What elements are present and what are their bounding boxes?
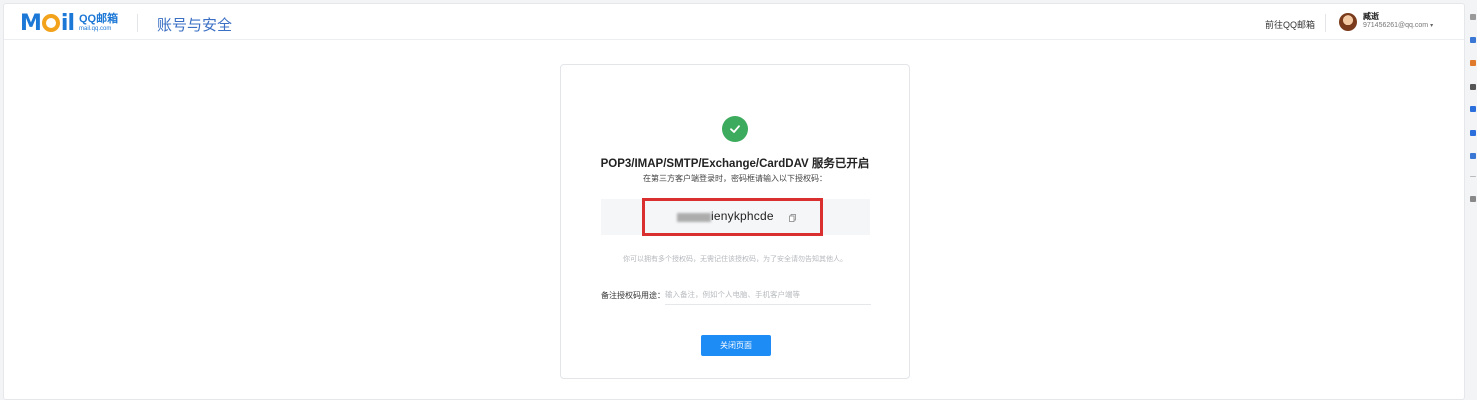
top-bar: Mil QQ邮箱 mail.qq.com 账号与安全 前往QQ邮箱 臧逝 971… (4, 4, 1464, 40)
rail-icon[interactable] (1470, 153, 1476, 159)
page-title: 账号与安全 (157, 17, 233, 34)
rail-icon[interactable] (1470, 130, 1476, 136)
auth-code-hint: 你可以拥有多个授权码，无需记住该授权码，为了安全请勿告知其他人。 (623, 256, 847, 263)
service-enabled-title: POP3/IMAP/SMTP/Exchange/CardDAV 服务已开启 (600, 158, 870, 170)
header-divider (137, 14, 138, 32)
rail-icon[interactable] (1470, 196, 1476, 202)
rail-icon[interactable] (1470, 106, 1476, 112)
rail-icon[interactable] (1470, 14, 1476, 20)
close-page-button[interactable]: 关闭页面 (701, 335, 771, 356)
avatar[interactable] (1339, 13, 1357, 31)
logo-en: mail.qq.com (79, 26, 112, 32)
header-divider-right (1325, 14, 1326, 32)
qq-mail-logo[interactable]: Mil QQ邮箱 mail.qq.com (20, 10, 119, 36)
auth-code-highlight (642, 198, 823, 236)
auth-code-instruction: 在第三方客户端登录时，密码框请输入以下授权码： (643, 174, 827, 183)
goto-qq-mail-link[interactable]: 前往QQ邮箱 (1265, 18, 1315, 31)
logo-mark: Mil (20, 10, 75, 36)
note-label: 备注授权码用途： (601, 291, 665, 300)
rail-icon[interactable] (1470, 84, 1476, 90)
logo-cn: QQ邮箱 (79, 13, 119, 25)
note-input[interactable] (665, 285, 871, 305)
logo-wordmark: QQ邮箱 mail.qq.com (79, 13, 119, 33)
rail-divider (1470, 176, 1476, 177)
auth-code-card: POP3/IMAP/SMTP/Exchange/CardDAV 服务已开启 在第… (560, 64, 910, 379)
user-email: 971456261@qq.com ▾ (1363, 21, 1434, 29)
chevron-down-icon: ▾ (1430, 22, 1434, 29)
app-window: Mil QQ邮箱 mail.qq.com 账号与安全 前往QQ邮箱 臧逝 971… (3, 3, 1465, 400)
user-menu[interactable]: 臧逝 971456261@qq.com ▾ (1363, 12, 1434, 29)
rail-icon[interactable] (1470, 60, 1476, 66)
rail-icon[interactable] (1470, 37, 1476, 43)
user-name: 臧逝 (1363, 12, 1379, 21)
right-rail (1468, 0, 1477, 400)
check-icon (722, 116, 748, 142)
